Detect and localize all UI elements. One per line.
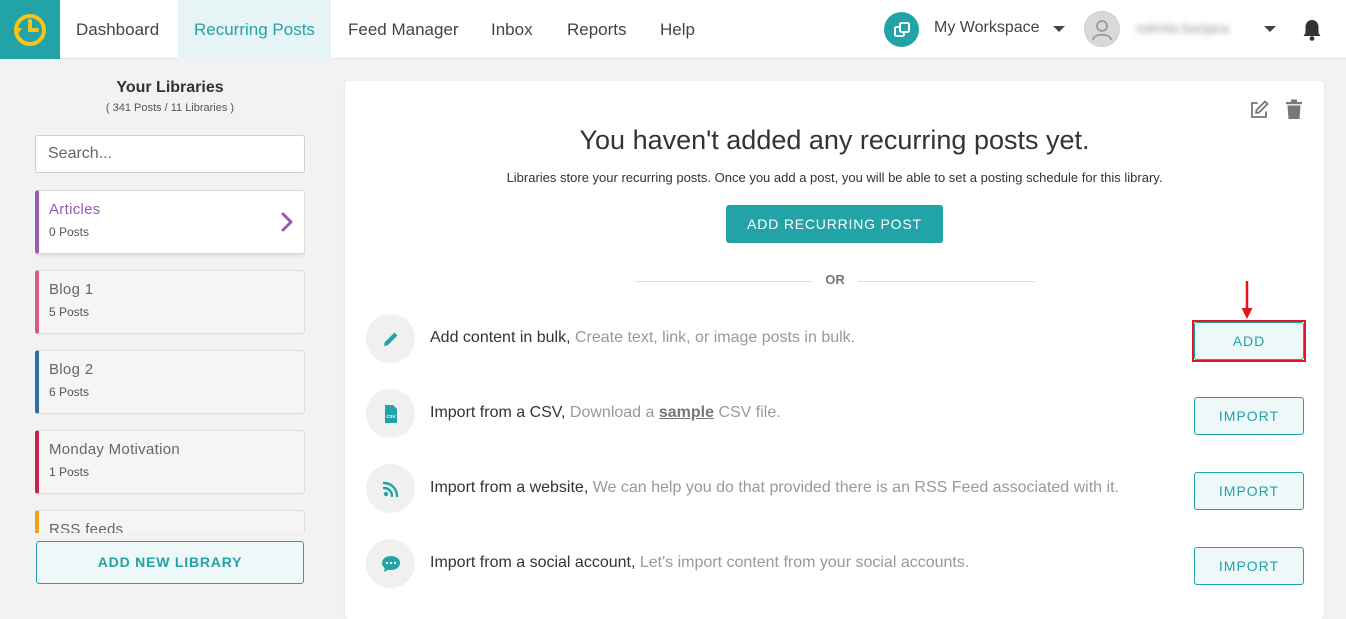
workspace-chevron-down-icon[interactable] — [1053, 26, 1065, 32]
library-search-input[interactable] — [35, 135, 305, 173]
nav-recurring-posts[interactable]: Recurring Posts — [178, 0, 331, 59]
library-item-blog-1[interactable]: Blog 1 5 Posts — [35, 270, 305, 334]
option-title: Import from a social account, — [430, 554, 636, 571]
csv-icon-circle: CSV — [366, 389, 415, 438]
sample-csv-link[interactable]: sample — [659, 404, 714, 421]
divider-right — [858, 281, 1035, 282]
nav-inbox[interactable]: Inbox — [475, 0, 549, 59]
website-import-option: Import from a website, We can help you d… — [430, 479, 1119, 497]
edit-library-icon[interactable] — [1248, 99, 1270, 121]
red-arrow-down-icon — [1241, 281, 1253, 319]
user-name[interactable]: nahnla banjara — [1136, 20, 1229, 36]
nav-reports[interactable]: Reports — [551, 0, 643, 59]
workspace-switch-icon — [893, 21, 910, 37]
bulk-content-option: Add content in bulk, Create text, link, … — [430, 329, 855, 347]
library-post-count: 1 Posts — [49, 465, 90, 479]
library-post-count: 5 Posts — [49, 305, 90, 319]
user-menu-chevron-down-icon[interactable] — [1264, 26, 1276, 32]
option-hint: Create text, link, or image posts in bul… — [575, 329, 856, 346]
option-hint: Download a sample CSV file. — [570, 404, 781, 421]
import-csv-button[interactable]: IMPORT — [1194, 397, 1304, 435]
pencil-icon — [383, 332, 397, 346]
option-title: Import from a CSV, — [430, 404, 566, 421]
avatar[interactable] — [1084, 11, 1120, 47]
import-website-button[interactable]: IMPORT — [1194, 472, 1304, 510]
library-post-count: 0 Posts — [49, 225, 90, 239]
library-item-blog-2[interactable]: Blog 2 6 Posts — [35, 350, 305, 414]
workspace-selector[interactable]: My Workspace — [934, 19, 1040, 37]
library-post-count: 6 Posts — [49, 385, 90, 399]
workspace-icon[interactable] — [884, 12, 919, 47]
library-name: Articles — [49, 201, 101, 218]
import-social-button[interactable]: IMPORT — [1194, 547, 1304, 585]
library-list: Articles 0 Posts Blog 1 5 Posts Blog 2 6… — [35, 190, 305, 533]
delete-library-icon[interactable] — [1285, 99, 1303, 120]
divider-left — [635, 281, 812, 282]
chevron-right-icon — [281, 212, 293, 232]
app-logo[interactable] — [0, 0, 60, 59]
highlight-annotation-box — [1192, 320, 1306, 362]
rss-icon-circle — [366, 464, 415, 513]
library-name: Blog 1 — [49, 281, 94, 298]
nav-dashboard[interactable]: Dashboard — [60, 0, 175, 59]
option-hint-prefix: Download a — [569, 404, 655, 421]
option-title: Import from a website, — [430, 479, 589, 496]
option-title: Add content in bulk, — [430, 329, 571, 346]
svg-text:CSV: CSV — [386, 414, 395, 419]
library-name: Monday Motivation — [49, 441, 180, 458]
rss-icon — [382, 481, 398, 497]
or-separator: OR — [825, 272, 845, 287]
library-name: RSS feeds — [49, 521, 124, 533]
option-hint: Let's import content from your social ac… — [639, 554, 970, 571]
libraries-title: Your Libraries — [116, 79, 224, 96]
library-name: Blog 2 — [49, 361, 94, 378]
empty-state-title: You haven't added any recurring posts ye… — [579, 125, 1090, 155]
csv-import-option: Import from a CSV, Download a sample CSV… — [430, 404, 781, 422]
library-item-rss-feeds[interactable]: RSS feeds — [35, 510, 305, 533]
library-item-articles[interactable]: Articles 0 Posts — [35, 190, 305, 254]
chat-bubble-icon — [381, 555, 400, 572]
empty-state-description: Libraries store your recurring posts. On… — [506, 170, 1163, 185]
option-hint-suffix: CSV file. — [718, 404, 781, 421]
user-icon — [1092, 20, 1112, 41]
social-icon-circle — [366, 539, 415, 588]
csv-file-icon: CSV — [384, 404, 397, 423]
nav-feed-manager[interactable]: Feed Manager — [332, 0, 475, 59]
top-navbar: Dashboard Recurring Posts Feed Manager I… — [0, 0, 1346, 59]
bulk-content-icon-circle — [366, 314, 415, 363]
option-hint: We can help you do that provided there i… — [592, 479, 1119, 496]
libraries-summary: ( 341 Posts / 11 Libraries ) — [105, 102, 235, 114]
social-import-option: Import from a social account, Let's impo… — [430, 554, 969, 572]
main-panel — [345, 81, 1324, 619]
add-recurring-post-button[interactable]: ADD RECURRING POST — [726, 205, 943, 243]
clock-logo-icon — [14, 13, 46, 46]
add-new-library-button[interactable]: ADD NEW LIBRARY — [36, 541, 304, 584]
notification-bell-icon[interactable] — [1301, 18, 1323, 42]
nav-help[interactable]: Help — [644, 0, 711, 59]
library-item-monday-motivation[interactable]: Monday Motivation 1 Posts — [35, 430, 305, 494]
